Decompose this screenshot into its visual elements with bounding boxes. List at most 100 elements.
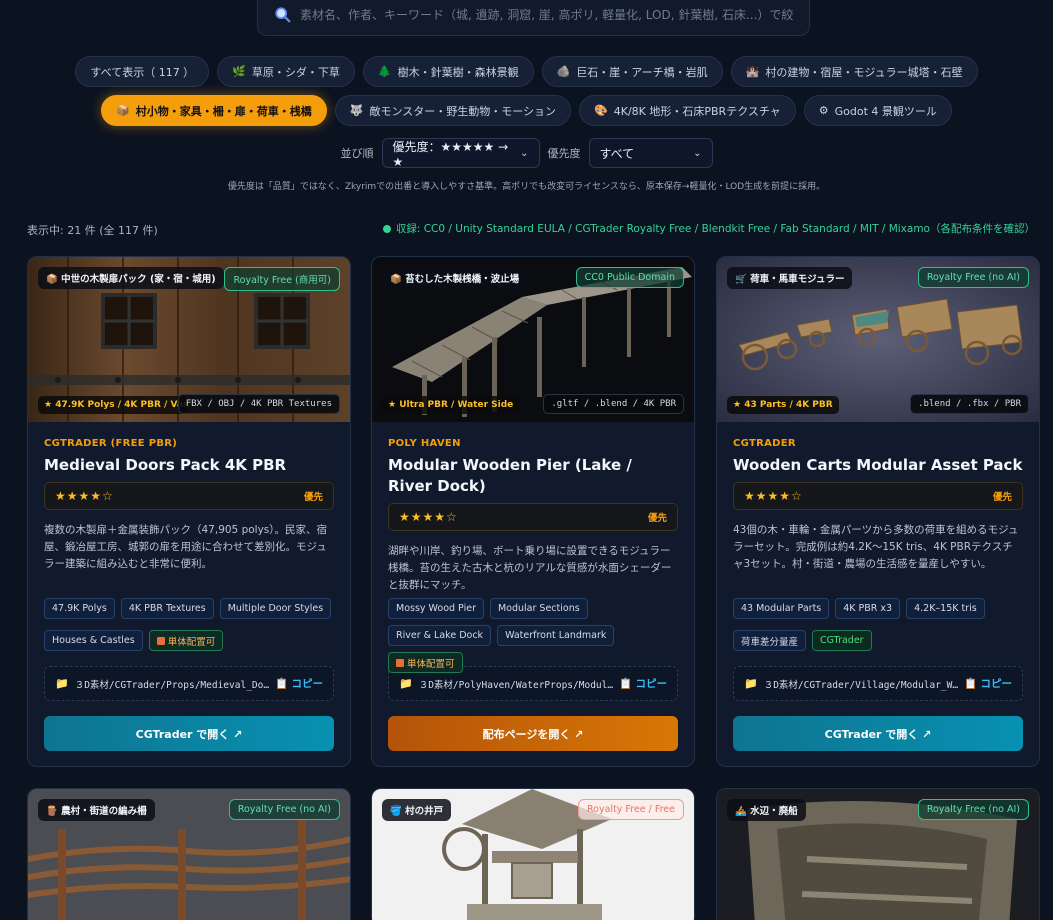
asset-source: CGTRADER (FREE PBR)	[44, 438, 178, 449]
source-tag: CGTrader	[812, 630, 872, 651]
open-link-button[interactable]: CGTrader で開く ↗	[733, 716, 1023, 751]
asset-card: 🪵 農村・街道の編み柵 Royalty Free (no AI)	[27, 788, 351, 920]
search-icon	[275, 7, 291, 23]
asset-title: Wooden Carts Modular Asset Pack	[733, 456, 1023, 474]
filter-chip-trees[interactable]: 🌲 樹木・針葉樹・森林景観	[362, 56, 534, 87]
license-badge: Royalty Free (no AI)	[917, 799, 1029, 820]
filter-chip-godot[interactable]: ⚙ Godot 4 景観ツール	[803, 95, 952, 126]
copy-button[interactable]: 📋 コピー	[964, 676, 1012, 691]
priority-badge: 優先	[303, 492, 323, 503]
asset-description: 湖畔や川岸、釣り場、ボート乗り場に設置できるモジュラー桟橋。苔の生えた古木と杭の…	[388, 545, 672, 591]
copy-button[interactable]: 📋 コピー	[619, 676, 667, 691]
asset-thumbnail[interactable]: 🚣 水辺・廃船 Royalty Free (no AI)	[717, 789, 1039, 920]
sort-label: 並び順	[340, 147, 374, 160]
star-rating: ★★★★☆	[399, 510, 458, 524]
license-badge: Royalty Free (no AI)	[228, 799, 340, 820]
asset-thumbnail[interactable]: 🪣 村の井戸 Royalty Free / Free	[372, 789, 694, 920]
search-bar[interactable]	[257, 0, 810, 36]
filter-chip-label: 村の建物・宿屋・モジュラー城塔・石壁	[765, 65, 963, 79]
filter-chip-monsters[interactable]: 🐺 敵モンスター・野生動物・モーション	[334, 95, 572, 126]
file-path: ３D素材/PolyHaven/WaterProps/Modular_Wooden…	[418, 679, 614, 691]
tag-label: 単体配置可	[407, 658, 455, 670]
priority-select[interactable]: すべて ⌄	[588, 138, 713, 168]
tag-list: 43 Modular Parts 4K PBR x3 4.2K–15K tris…	[733, 598, 1023, 656]
palette-icon: 🎨	[594, 104, 608, 117]
spec-badge: ★ 43 Parts / 4K PBR	[727, 396, 839, 414]
clipboard-icon: 📋	[964, 678, 978, 690]
priority-badge: 優先	[647, 513, 667, 524]
rock-icon: 🪨	[556, 65, 571, 78]
wolf-icon: 🐺	[349, 104, 364, 117]
tag: 47.9K Polys	[44, 598, 115, 619]
asset-thumbnail[interactable]: 📦 中世の木製扉パック (家・宿・城用) Royalty Free (商用可) …	[28, 257, 350, 422]
spec-badge: ★ 47.9K Polys / 4K PBR / Variety Pa	[38, 396, 188, 414]
license-summary-text: 収録: CC0 / Unity Standard EULA / CGTrader…	[395, 223, 1035, 235]
tag: 4K PBR x3	[835, 598, 901, 619]
clipboard-icon: 📋	[275, 678, 289, 690]
filter-chip-label: 村小物・家具・柵・扉・荷車・桟橋	[135, 104, 312, 118]
filter-chip-rocks[interactable]: 🪨 巨石・崖・アーチ橋・岩肌	[541, 56, 723, 87]
tag: Mossy Wood Pier	[388, 598, 484, 619]
filter-chip-textures[interactable]: 🎨 4K/8K 地形・石床PBRテクスチャ	[579, 95, 796, 126]
category-badge: 🛒 荷車・馬車モジュラー	[727, 267, 853, 289]
leaf-icon: 🌿	[232, 65, 246, 78]
asset-source: CGTRADER	[733, 438, 796, 449]
format-badge: .gltf / .blend / 4K PBR	[543, 394, 684, 414]
asset-description: 43個の木・車輪・金属パーツから多数の荷車を組めるモジュラーセット。完成例は約4…	[733, 524, 1019, 570]
filter-chip-label: 樹木・針葉樹・森林景観	[397, 65, 519, 79]
file-path-box: 📁 ３D素材/CGTrader/Village/Modular_Wooden_C…	[733, 666, 1023, 701]
tag: River & Lake Dock	[388, 625, 492, 646]
filter-chip-all[interactable]: すべて表示（ 117 ）	[75, 56, 210, 87]
priority-select-value: すべて	[599, 146, 635, 161]
star-rating: ★★★★☆	[744, 489, 803, 503]
priority-note: 優先度は「品質」ではなく、Zkyrimでの出番と導入しやすさ基準。高ポリでも改変…	[227, 182, 826, 192]
priority-label: 優先度	[547, 147, 581, 160]
folder-icon: 📁	[55, 677, 69, 690]
asset-card: 📦 苔むした木製桟橋・波止場 CC0 Public Domain ★ Ultra…	[371, 256, 695, 767]
chevron-down-icon: ⌄	[693, 147, 702, 159]
tree-icon: 🌲	[377, 65, 392, 78]
search-input[interactable]	[300, 8, 809, 22]
tag: 荷車差分量産	[733, 630, 807, 651]
folder-icon: 📁	[399, 677, 413, 690]
tag: 4K PBR Textures	[120, 598, 214, 619]
rating-bar: ★★★★☆ 優先	[388, 503, 678, 531]
open-link-button[interactable]: 配布ページを開く ↗	[388, 716, 678, 751]
license-badge: Royalty Free (no AI)	[917, 267, 1029, 288]
filter-chip-grass[interactable]: 🌿 草原・シダ・下草	[217, 56, 355, 87]
sort-select[interactable]: 優先度：★★★★★ → ★ ⌄	[381, 138, 540, 169]
copy-label: コピー	[635, 678, 668, 690]
sort-select-value: 優先度：★★★★★ → ★	[392, 139, 509, 169]
asset-thumbnail[interactable]: 📦 苔むした木製桟橋・波止場 CC0 Public Domain ★ Ultra…	[372, 257, 694, 422]
folder-icon: 📁	[744, 677, 758, 690]
tag-label: 単体配置可	[167, 636, 216, 648]
gear-icon: ⚙	[818, 104, 829, 117]
asset-card: 📦 中世の木製扉パック (家・宿・城用) Royalty Free (商用可) …	[27, 256, 351, 767]
chevron-down-icon: ⌄	[520, 147, 529, 159]
filter-chip-label: Godot 4 景観ツール	[834, 104, 937, 118]
asset-thumbnail[interactable]: 🛒 荷車・馬車モジュラー Royalty Free (no AI) ★ 43 P…	[717, 257, 1039, 422]
asset-thumbnail[interactable]: 🪵 農村・街道の編み柵 Royalty Free (no AI)	[28, 789, 350, 920]
filter-chip-props[interactable]: 📦 村小物・家具・柵・扉・荷車・桟橋	[101, 95, 327, 126]
placement-ok-tag: 単体配置可	[148, 630, 224, 651]
license-badge: Royalty Free / Free	[578, 799, 684, 820]
result-count: 表示中: 21 件 (全 117 件)	[27, 224, 158, 237]
sort-row: 並び順 優先度：★★★★★ → ★ ⌄ 優先度 すべて ⌄	[0, 138, 1053, 169]
filter-chip-buildings[interactable]: 🏰 村の建物・宿屋・モジュラー城塔・石壁	[730, 56, 978, 87]
copy-label: コピー	[980, 678, 1013, 690]
copy-label: コピー	[291, 678, 324, 690]
filter-chip-label: すべて表示（ 117 ）	[90, 65, 195, 79]
asset-title: Medieval Doors Pack 4K PBR	[44, 456, 287, 474]
check-square-icon	[156, 636, 165, 645]
filter-chips-row-2: 📦 村小物・家具・柵・扉・荷車・桟橋 🐺 敵モンスター・野生動物・モーション 🎨 4K…	[0, 95, 1053, 126]
copy-button[interactable]: 📋 コピー	[275, 676, 323, 691]
tag: 43 Modular Parts	[733, 598, 830, 619]
filter-chip-label: 敵モンスター・野生動物・モーション	[369, 104, 557, 118]
spec-badge: ★ Ultra PBR / Water Side	[382, 396, 520, 414]
filter-chip-label: 草原・シダ・下草	[251, 65, 340, 79]
priority-badge: 優先	[992, 492, 1012, 503]
open-link-button[interactable]: CGTrader で開く ↗	[44, 716, 334, 751]
filter-chips-row-1: すべて表示（ 117 ） 🌿 草原・シダ・下草 🌲 樹木・針葉樹・森林景観 🪨 巨石・…	[0, 56, 1053, 87]
tag: 4.2K–15K tris	[906, 598, 985, 619]
format-badge: FBX / OBJ / 4K PBR Textures	[177, 394, 340, 414]
